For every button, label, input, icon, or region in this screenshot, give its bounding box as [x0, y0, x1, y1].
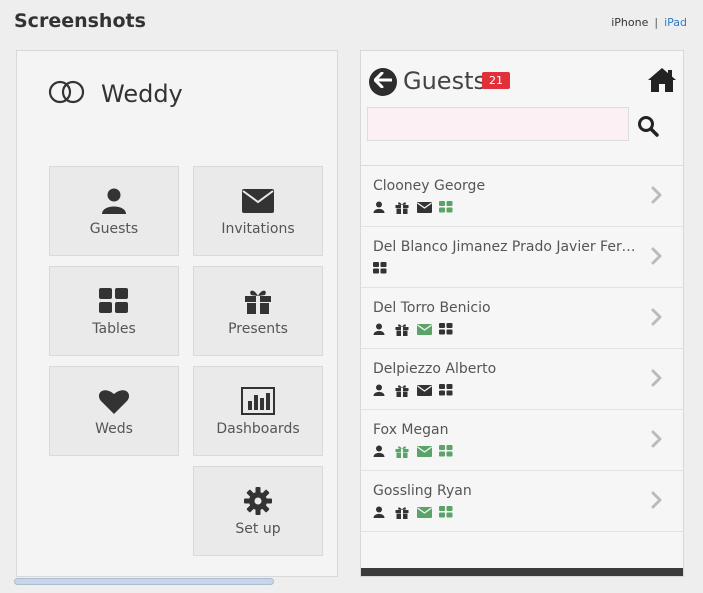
user-icon	[373, 383, 395, 397]
home-icon	[647, 68, 677, 97]
guest-name: Gossling Ryan	[373, 483, 472, 499]
guest-name: Delpiezzo Alberto	[373, 361, 497, 377]
tile-weds[interactable]: Weds	[49, 366, 179, 456]
guest-status-icons	[373, 261, 395, 275]
chevron-right-icon	[651, 308, 663, 330]
gift-icon	[395, 322, 417, 336]
envelope-icon	[417, 444, 439, 458]
guest-name: Del Blanco Jimanez Prado Javier Fernando	[373, 239, 643, 255]
user-icon	[373, 322, 395, 336]
envelope-icon	[242, 185, 274, 217]
chevron-right-icon	[651, 247, 663, 269]
tile-dashboards[interactable]: Dashboards	[193, 366, 323, 456]
tile-label: Presents	[228, 321, 288, 337]
gift-icon	[395, 200, 417, 214]
chevron-right-icon	[651, 186, 663, 208]
guest-row[interactable]: Del Blanco Jimanez Prado Javier Fernando	[361, 227, 683, 288]
tile-setup[interactable]: Set up	[193, 466, 323, 556]
envelope-icon	[417, 200, 439, 214]
search-icon	[637, 116, 659, 141]
chevron-right-icon	[651, 430, 663, 452]
search-button[interactable]	[637, 115, 659, 141]
rings-logo-icon	[47, 79, 89, 109]
tile-label: Set up	[235, 521, 281, 537]
envelope-icon	[417, 322, 439, 336]
guest-status-icons	[373, 505, 461, 519]
guest-name: Clooney George	[373, 178, 486, 194]
separator: |	[654, 16, 659, 29]
table-icon	[439, 383, 461, 397]
dashboard-screen: Weddy Guests Invitations Tables Presents…	[16, 50, 338, 577]
user-icon	[373, 505, 395, 519]
tile-label: Weds	[95, 421, 133, 437]
home-button[interactable]	[647, 67, 677, 97]
tile-label: Tables	[92, 321, 136, 337]
page-title: Screenshots	[14, 10, 146, 32]
envelope-icon	[417, 383, 439, 397]
grid-icon	[99, 285, 129, 317]
tile-tables[interactable]: Tables	[49, 266, 179, 356]
arrow-left-icon	[373, 71, 393, 92]
back-button[interactable]	[369, 68, 397, 96]
guest-row[interactable]: Delpiezzo Alberto	[361, 349, 683, 410]
tile-presents[interactable]: Presents	[193, 266, 323, 356]
guest-name: Del Torro Benicio	[373, 300, 491, 316]
table-icon	[439, 322, 461, 336]
guests-topbar: Guests 21	[361, 51, 683, 163]
user-icon	[373, 200, 395, 214]
tile-invitations[interactable]: Invitations	[193, 166, 323, 256]
search-input[interactable]	[367, 107, 629, 141]
guest-row[interactable]: Fox Megan	[361, 410, 683, 471]
bar-chart-icon	[241, 385, 275, 417]
table-icon	[373, 261, 395, 275]
ipad-link[interactable]: iPad	[664, 16, 687, 29]
horizontal-scrollbar[interactable]	[14, 578, 274, 585]
tile-label: Guests	[89, 221, 139, 237]
guest-name: Fox Megan	[373, 422, 449, 438]
brand: Weddy	[47, 79, 183, 109]
gift-icon	[395, 383, 417, 397]
iphone-link[interactable]: iPhone	[611, 16, 648, 29]
guest-row[interactable]: Gossling Ryan	[361, 471, 683, 532]
guest-status-icons	[373, 322, 461, 336]
bottom-bar	[361, 568, 683, 576]
guests-title: Guests	[403, 67, 486, 95]
tile-guests[interactable]: Guests	[49, 166, 179, 256]
guest-status-icons	[373, 444, 461, 458]
guest-list: Clooney George Del Blanco Jimanez Prado J…	[361, 165, 683, 532]
device-switch: iPhone | iPad	[611, 16, 687, 29]
user-icon	[100, 185, 128, 217]
user-icon	[373, 444, 395, 458]
gear-icon	[243, 485, 273, 517]
chevron-right-icon	[651, 491, 663, 513]
brand-name: Weddy	[101, 80, 183, 108]
table-icon	[439, 200, 461, 214]
table-icon	[439, 444, 461, 458]
table-icon	[439, 505, 461, 519]
guests-screen: Guests 21 Clooney George Del Blanco Jiman…	[360, 50, 684, 577]
gift-icon	[395, 505, 417, 519]
guest-row[interactable]: Del Torro Benicio	[361, 288, 683, 349]
guest-status-icons	[373, 200, 461, 214]
gift-icon	[395, 444, 417, 458]
tile-label: Invitations	[221, 221, 295, 237]
guest-count-badge: 21	[482, 72, 510, 89]
guest-row[interactable]: Clooney George	[361, 166, 683, 227]
tile-label: Dashboards	[216, 421, 300, 437]
gift-icon	[244, 285, 272, 317]
envelope-icon	[417, 505, 439, 519]
heart-icon	[98, 385, 130, 417]
guest-status-icons	[373, 383, 461, 397]
chevron-right-icon	[651, 369, 663, 391]
